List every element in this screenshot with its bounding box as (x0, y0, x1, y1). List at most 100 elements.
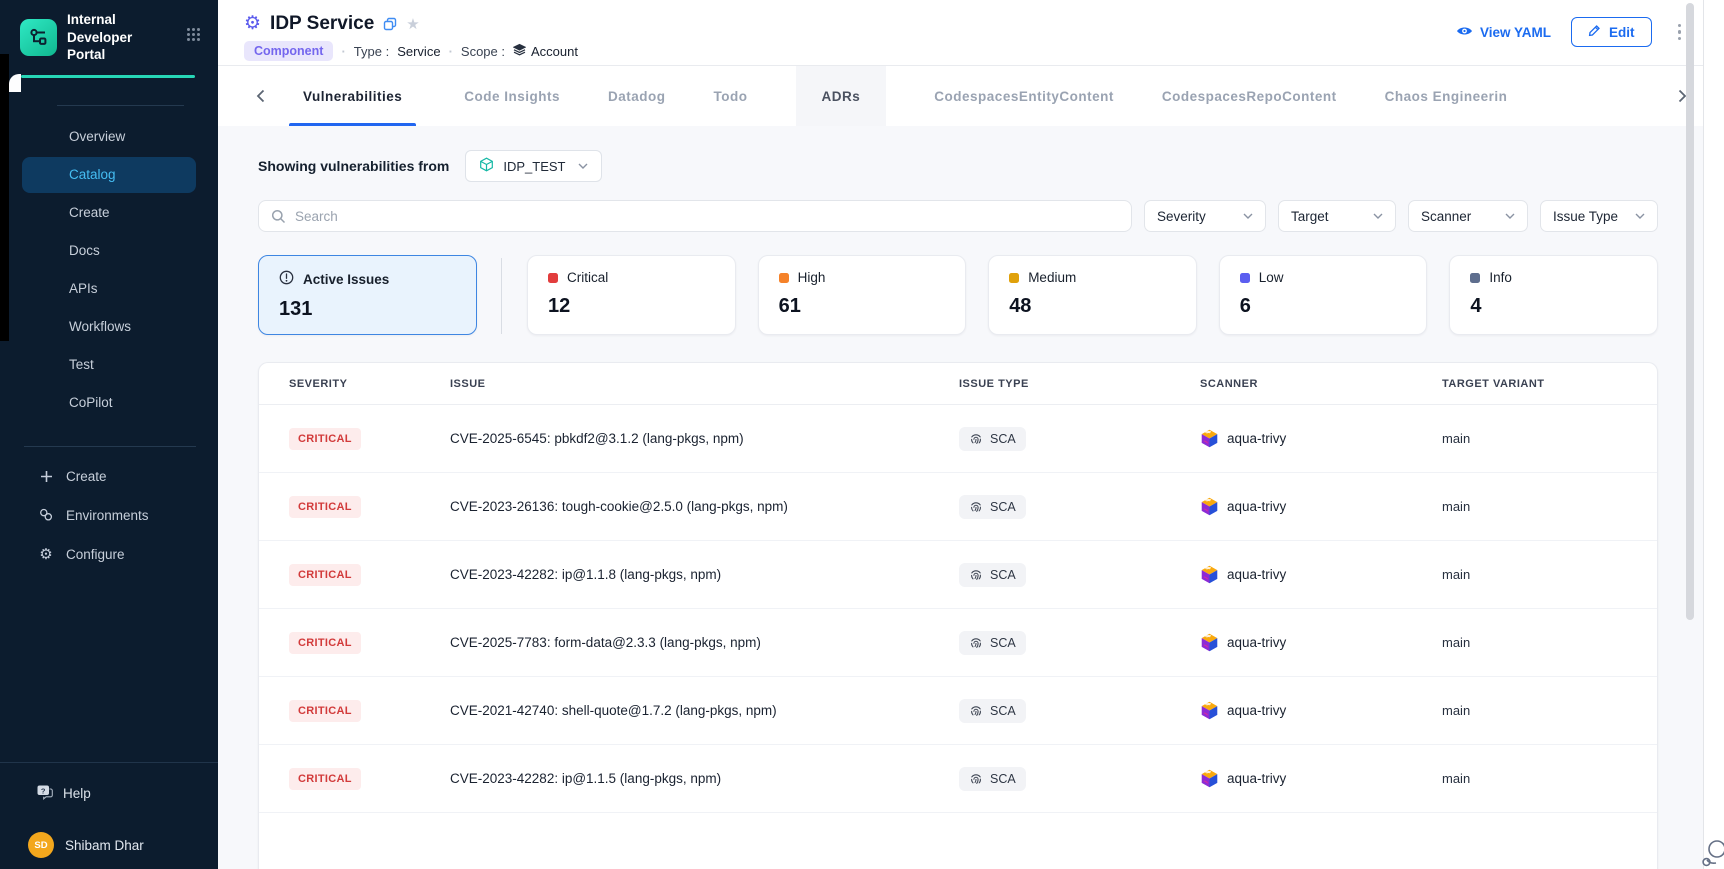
sidebar-action-environments[interactable]: Environments (0, 496, 218, 535)
tab-todo[interactable]: Todo (714, 66, 748, 126)
sidebar-item-create[interactable]: Create (22, 195, 196, 231)
table-row[interactable]: CRITICAL CVE-2025-7783: form-data@2.3.3 … (259, 609, 1657, 677)
chevron-down-icon (1505, 213, 1515, 219)
severity-cards: Critical 12 High 61 Medium 48 Low 6 (527, 255, 1658, 335)
tab-code-insights[interactable]: Code Insights (464, 66, 560, 126)
app-grid-icon[interactable] (182, 23, 205, 51)
action-label: Create (66, 469, 107, 484)
pencil-icon (1588, 24, 1601, 40)
corner-widget-icon[interactable] (1702, 838, 1724, 869)
sidebar-item-apis[interactable]: APIs (22, 271, 196, 307)
favorite-star-icon[interactable]: ★ (406, 15, 419, 33)
filter-issue-type[interactable]: Issue Type (1540, 200, 1658, 232)
target-variant: main (1442, 499, 1657, 514)
scope-value-wrap: Account (513, 43, 578, 59)
card-label: Critical (567, 270, 608, 285)
filter-target[interactable]: Target (1278, 200, 1396, 232)
fingerprint-icon (969, 568, 983, 582)
card-medium[interactable]: Medium 48 (988, 255, 1197, 335)
vulnerabilities-content: Showing vulnerabilities from IDP_TEST (218, 126, 1703, 869)
sidebar-item-workflows[interactable]: Workflows (22, 309, 196, 345)
issue-type-label: SCA (990, 568, 1016, 582)
issue-type-chip: SCA (959, 427, 1026, 451)
tab-vulnerabilities[interactable]: Vulnerabilities (289, 66, 416, 126)
view-yaml-button[interactable]: View YAML (1456, 25, 1551, 40)
background-panel-corner (9, 74, 21, 92)
sidebar-item-overview[interactable]: Overview (22, 119, 196, 155)
search-box (258, 200, 1132, 232)
app-right-edge (1703, 0, 1704, 869)
sidebar-action-configure[interactable]: ⚙ Configure (0, 535, 218, 574)
tabs-scroll-left-icon[interactable] (254, 87, 267, 105)
tab-chaos-engineering[interactable]: Chaos Engineerin (1385, 66, 1508, 126)
table-row[interactable]: CRITICAL CVE-2023-26136: tough-cookie@2.… (259, 473, 1657, 541)
edit-button[interactable]: Edit (1571, 17, 1652, 47)
table-body: CRITICAL CVE-2025-6545: pbkdf2@3.1.2 (la… (259, 405, 1657, 813)
sidebar-item-catalog[interactable]: Catalog (22, 157, 196, 193)
issue-type-label: SCA (990, 772, 1016, 786)
card-value: 4 (1470, 295, 1657, 318)
table-row[interactable]: CRITICAL CVE-2021-42740: shell-quote@1.7… (259, 677, 1657, 745)
user-menu[interactable]: SD Shibam Dhar (0, 821, 218, 869)
severity-badge: CRITICAL (289, 700, 361, 722)
tab-datadog[interactable]: Datadog (608, 66, 666, 126)
sidebar-item-docs[interactable]: Docs (22, 233, 196, 269)
target-variant: main (1442, 431, 1657, 446)
aqua-trivy-logo-icon (1200, 633, 1219, 652)
issue-type-chip: SCA (959, 699, 1026, 723)
card-critical[interactable]: Critical 12 (527, 255, 736, 335)
view-yaml-label: View YAML (1480, 25, 1551, 40)
card-active-issues[interactable]: Active Issues 131 (258, 255, 477, 335)
page-scrollbar[interactable] (1686, 3, 1694, 620)
scanner-cell: aqua-trivy (1200, 429, 1442, 448)
fingerprint-icon (969, 636, 983, 650)
target-variant: main (1442, 635, 1657, 650)
brand-title: Internal Developer Portal (67, 11, 167, 64)
edit-label: Edit (1609, 25, 1635, 40)
help-button[interactable]: ? Help (0, 773, 218, 813)
table-row[interactable]: CRITICAL CVE-2023-42282: ip@1.1.5 (lang-… (259, 745, 1657, 813)
search-input[interactable] (295, 209, 1119, 224)
more-options-icon[interactable] (1672, 20, 1688, 45)
card-info[interactable]: Info 4 (1449, 255, 1658, 335)
table-row[interactable]: CRITICAL CVE-2025-6545: pbkdf2@3.1.2 (la… (259, 405, 1657, 473)
col-issue: ISSUE (450, 378, 959, 390)
user-name: Shibam Dhar (65, 838, 144, 853)
issue-type-chip: SCA (959, 563, 1026, 587)
action-label: Configure (66, 547, 125, 562)
card-high[interactable]: High 61 (758, 255, 967, 335)
issue-text: CVE-2021-42740: shell-quote@1.7.2 (lang-… (450, 703, 959, 718)
card-value: 131 (279, 298, 476, 321)
filter-severity[interactable]: Severity (1144, 200, 1266, 232)
tab-adrs[interactable]: ADRs (796, 66, 887, 126)
copy-icon[interactable] (383, 17, 397, 31)
aqua-trivy-logo-icon (1200, 701, 1219, 720)
fingerprint-icon (969, 500, 983, 514)
col-scanner: SCANNER (1200, 378, 1442, 390)
severity-badge: CRITICAL (289, 564, 361, 586)
search-icon (271, 209, 286, 224)
issue-type-label: SCA (990, 432, 1016, 446)
tab-bar: Vulnerabilities Code Insights Datadog To… (218, 66, 1703, 126)
aqua-trivy-logo-icon (1200, 429, 1219, 448)
scanner-cell: aqua-trivy (1200, 565, 1442, 584)
table-row[interactable]: CRITICAL CVE-2023-42282: ip@1.1.8 (lang-… (259, 541, 1657, 609)
portal-logo-icon (20, 19, 57, 56)
chevron-down-icon (1635, 213, 1645, 219)
action-label: Environments (66, 508, 149, 523)
sidebar-item-test[interactable]: Test (22, 347, 196, 383)
plus-icon (38, 470, 54, 483)
dot-separator: · (341, 44, 345, 59)
alert-circle-icon (279, 270, 294, 288)
scope-label: Scope : (461, 44, 505, 59)
project-select[interactable]: IDP_TEST (465, 150, 602, 182)
card-low[interactable]: Low 6 (1219, 255, 1428, 335)
sidebar-action-create[interactable]: Create (0, 457, 218, 496)
outside-capture-area (1704, 0, 1724, 869)
tab-codespaces-entity-content[interactable]: CodespacesEntityContent (934, 66, 1114, 126)
filter-scanner[interactable]: Scanner (1408, 200, 1528, 232)
tab-codespaces-repo-content[interactable]: CodespacesRepoContent (1162, 66, 1337, 126)
fingerprint-icon (969, 704, 983, 718)
sidebar-item-copilot[interactable]: CoPilot (22, 385, 196, 421)
showing-label: Showing vulnerabilities from (258, 158, 449, 174)
